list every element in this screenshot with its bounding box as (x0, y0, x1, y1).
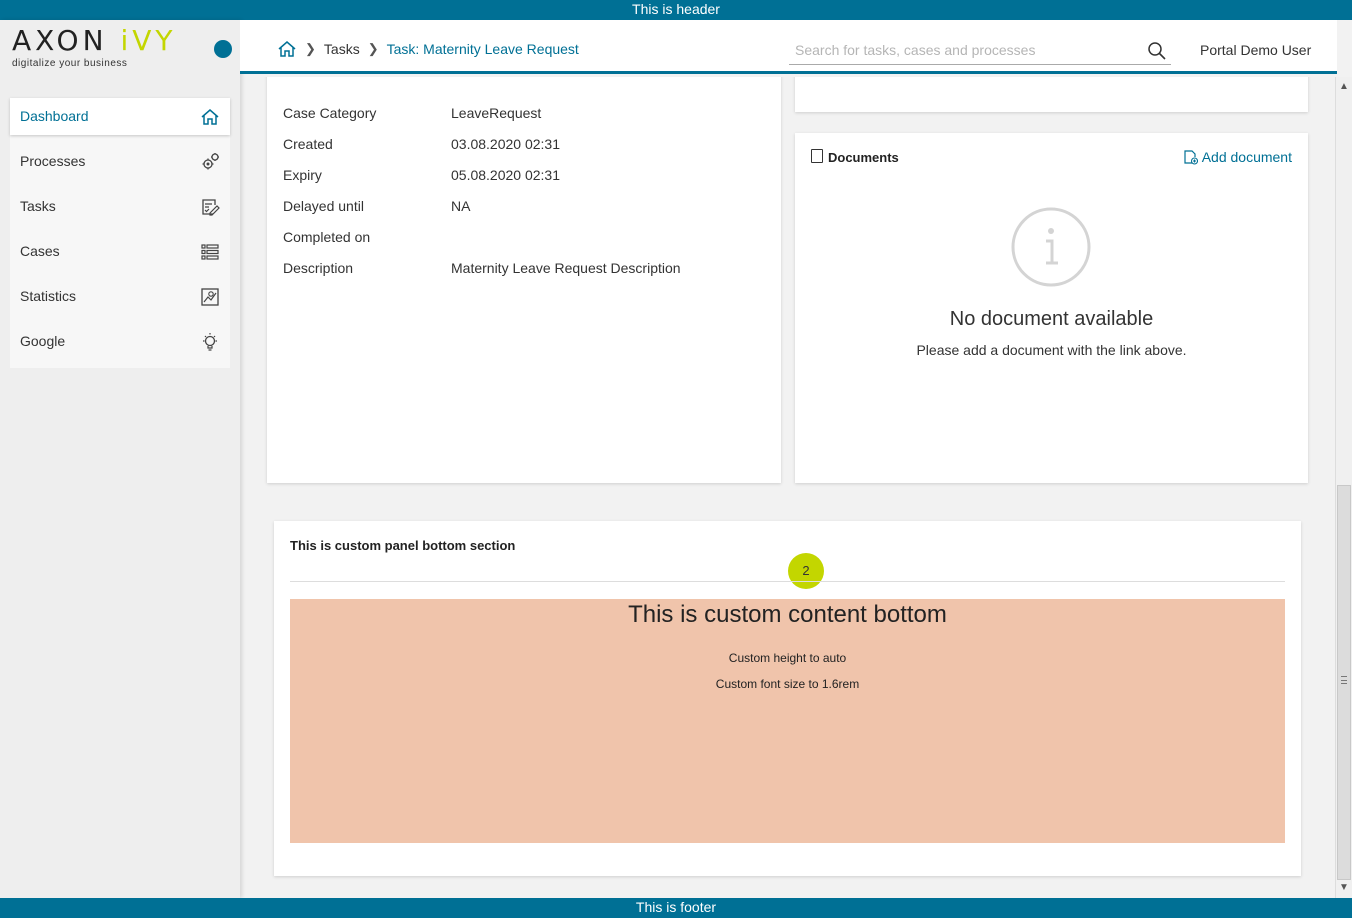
sidebar: AXON iVY digitalize your business Dashbo… (0, 20, 240, 898)
lightbulb-icon (203, 333, 217, 351)
sidebar-item-label: Google (20, 333, 66, 349)
sidebar-item-label: Statistics (20, 288, 77, 304)
add-document-label: Add document (1201, 149, 1292, 165)
vertical-scrollbar[interactable]: ▲ ▼ (1335, 77, 1352, 898)
home-icon (201, 109, 219, 125)
footer-strip: This is footer (0, 898, 1352, 918)
detail-value: NA (451, 198, 471, 214)
side-card-top (795, 77, 1308, 112)
list-icon (201, 244, 219, 260)
empty-state-text: Please add a document with the link abov… (916, 342, 1187, 358)
search-icon[interactable] (1147, 41, 1167, 61)
detail-value: Maternity Leave Request Description (451, 260, 681, 276)
home-icon[interactable] (277, 39, 297, 59)
task-edit-icon (202, 199, 220, 216)
empty-state-title: No document available (949, 308, 1154, 330)
chart-icon (201, 288, 219, 306)
sidebar-item-processes[interactable]: Processes (10, 143, 230, 188)
document-icon (811, 148, 823, 163)
detail-value: LeaveRequest (451, 105, 542, 121)
detail-label: Case Category (283, 105, 377, 121)
sidebar-toggle-button[interactable] (214, 40, 232, 58)
detail-label: Delayed until (283, 198, 364, 214)
detail-value: 05.08.2020 02:31 (451, 167, 560, 183)
step-badge: 2 (788, 553, 824, 589)
logo-accent-text: iVY (120, 24, 177, 57)
sidebar-item-label: Processes (20, 153, 86, 169)
scrollbar-thumb[interactable] (1337, 485, 1351, 880)
detail-label: Description (283, 260, 354, 276)
user-menu[interactable]: Portal Demo User (1200, 42, 1311, 58)
documents-title-text: Documents (828, 150, 899, 165)
grip-icon (1341, 676, 1347, 684)
documents-title: Documents (811, 148, 899, 165)
top-bar: ❯ Tasks ❯ Task: Maternity Leave Request … (240, 20, 1337, 74)
custom-content-line: Custom font size to 1.6rem (715, 677, 860, 691)
detail-value: 03.08.2020 02:31 (451, 136, 560, 152)
detail-label: Expiry (283, 167, 322, 183)
detail-label: Completed on (283, 229, 371, 245)
chevron-right-icon: ❯ (305, 41, 316, 56)
global-search (789, 38, 1171, 65)
sidebar-item-tasks[interactable]: Tasks (10, 188, 230, 233)
breadcrumb-current: Task: Maternity Leave Request (386, 41, 579, 57)
logo-text: AXON (12, 24, 121, 57)
search-input[interactable] (789, 38, 1129, 62)
header-strip: This is header (0, 0, 1352, 20)
panel-title: This is custom panel bottom section (290, 538, 516, 553)
detail-label: Created (283, 136, 333, 152)
breadcrumb: ❯ Tasks ❯ Task: Maternity Leave Request (277, 38, 579, 60)
add-document-icon (1184, 149, 1198, 165)
main-menu: Dashboard Processes Tasks Cases Statisti… (10, 98, 230, 368)
sidebar-item-dashboard[interactable]: Dashboard (10, 98, 230, 135)
scroll-up-arrow[interactable]: ▲ (1336, 79, 1352, 95)
divider (290, 581, 1285, 582)
custom-content-box: This is custom content bottom Custom hei… (290, 599, 1285, 843)
custom-content-line: Custom height to auto (728, 651, 847, 665)
sidebar-item-label: Dashboard (20, 108, 89, 124)
main-content: Case Category LeaveRequest Created 03.08… (241, 77, 1335, 898)
task-details-card: Case Category LeaveRequest Created 03.08… (267, 77, 781, 483)
custom-panel-bottom: This is custom panel bottom section 2 Th… (274, 521, 1301, 876)
add-document-link[interactable]: Add document (1184, 149, 1292, 165)
chevron-right-icon: ❯ (367, 41, 379, 56)
scroll-down-arrow[interactable]: ▼ (1336, 880, 1352, 896)
sidebar-item-label: Cases (20, 243, 60, 259)
axon-ivy-logo[interactable]: AXON iVY digitalize your business (12, 26, 202, 74)
sidebar-item-google[interactable]: Google (10, 323, 230, 368)
sidebar-item-label: Tasks (20, 198, 56, 214)
breadcrumb-tasks-link[interactable]: Tasks (324, 41, 360, 57)
logo-tagline: digitalize your business (12, 58, 128, 69)
documents-card: Documents Add document No document avail… (795, 133, 1308, 483)
sidebar-item-cases[interactable]: Cases (10, 233, 230, 278)
sidebar-item-statistics[interactable]: Statistics (10, 278, 230, 323)
gears-icon (202, 153, 219, 170)
info-icon (1011, 207, 1091, 287)
custom-content-title: This is custom content bottom (628, 601, 947, 628)
